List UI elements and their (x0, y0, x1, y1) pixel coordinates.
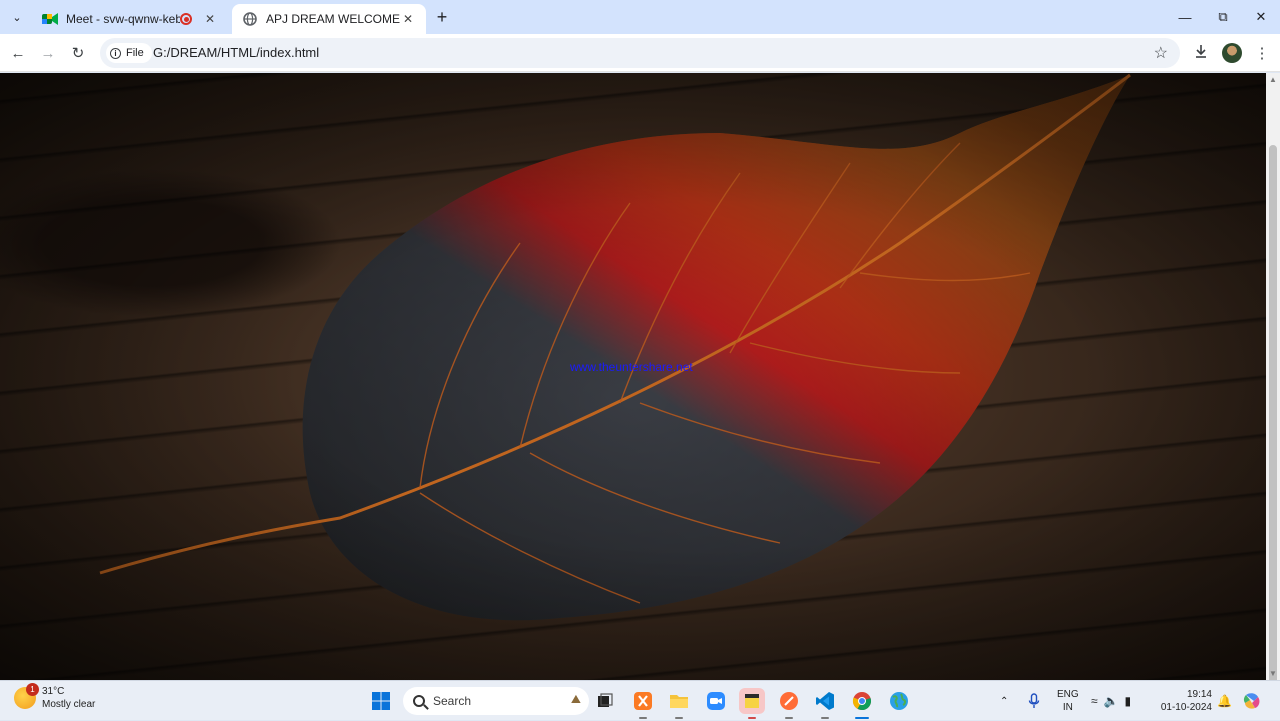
battery-icon: ▮ (1124, 694, 1132, 708)
minimize-button[interactable]: — (1166, 0, 1204, 34)
close-icon: ✕ (1255, 9, 1267, 24)
clock-date: 01-10-2024 (1160, 702, 1212, 713)
forward-button[interactable]: → (36, 41, 60, 65)
task-view-button[interactable] (592, 688, 618, 714)
new-tab-button[interactable]: + (432, 7, 452, 27)
tab-search-button[interactable]: ⌄ (6, 6, 28, 28)
weather-condition: Mostly clear (42, 699, 96, 710)
show-hidden-icons[interactable]: ⌃ (1000, 681, 1008, 721)
zoom-icon (707, 692, 725, 710)
scroll-up-icon[interactable]: ▲ (1268, 75, 1278, 84)
running-indicator (821, 717, 829, 719)
active-indicator (855, 717, 869, 719)
scheme-label: File (126, 47, 144, 59)
plus-icon: + (436, 7, 448, 27)
running-indicator (639, 717, 647, 719)
taskbar-search[interactable]: Search ⛰ (403, 687, 589, 715)
postman-icon (780, 692, 798, 710)
back-button[interactable]: ← (6, 41, 30, 65)
scroll-down-icon[interactable]: ▼ (1268, 669, 1278, 678)
download-icon (1194, 44, 1208, 62)
weather-widget[interactable]: 1 31°C Mostly clear (14, 683, 96, 711)
site-info-chip[interactable]: i File (106, 43, 152, 63)
search-highlight-icon: ⛰ (570, 692, 581, 706)
start-button[interactable] (368, 688, 394, 714)
profile-avatar[interactable] (1222, 43, 1242, 63)
notifications-button[interactable]: 🔔 (1217, 681, 1232, 721)
reload-button[interactable]: ↻ (66, 41, 90, 65)
wifi-icon: ≈ (1091, 694, 1098, 708)
file-explorer-icon (670, 695, 688, 708)
address-bar[interactable]: i File G:/DREAM/HTML/index.html ☆ (100, 38, 1180, 68)
tab-apj-dream[interactable]: APJ DREAM WELCOMES ✕ (232, 4, 426, 34)
restore-button[interactable]: ⧉ (1204, 0, 1242, 34)
tab-strip: ⌄ Meet - svw-qwnw-keb ✕ APJ DREAM WELCOM… (0, 0, 1280, 34)
clock[interactable]: 19:14 01-10-2024 (1156, 681, 1212, 721)
xampp-button[interactable] (630, 688, 656, 719)
copilot-button[interactable] (1242, 681, 1262, 721)
copilot-icon (1243, 693, 1260, 709)
weather-temperature: 31°C (42, 686, 65, 697)
volume-icon: 🔈 (1103, 694, 1119, 708)
chevron-down-icon: ⌄ (12, 11, 22, 24)
photo-vignette (0, 73, 1266, 680)
postman-button[interactable] (776, 688, 802, 719)
zoom-button[interactable] (703, 688, 729, 714)
vscode-icon (816, 692, 834, 710)
windows-taskbar: 1 31°C Mostly clear Search ⛰ ⌃ ENG IN ≈ … (0, 680, 1280, 720)
language-line1: ENG (1057, 689, 1079, 700)
page-scrollbar[interactable]: ▲ ▼ (1266, 73, 1280, 705)
running-indicator (748, 717, 756, 719)
windows-logo-icon (372, 692, 390, 710)
search-placeholder: Search (433, 694, 472, 708)
notification-badge: 1 (26, 683, 39, 696)
file-explorer-button[interactable] (666, 688, 692, 719)
tab-title: Meet - svw-qwnw-keb (66, 12, 180, 26)
bookmark-star-icon[interactable]: ☆ (1154, 43, 1168, 63)
chrome-button[interactable] (849, 688, 875, 719)
page-content: www.theuntershare.net (0, 73, 1266, 680)
arrow-right-icon: → (40, 44, 56, 62)
globe-app-icon (890, 692, 908, 710)
search-icon (413, 695, 425, 707)
minimize-icon: — (1178, 9, 1192, 25)
running-indicator (675, 717, 683, 719)
globe-app-button[interactable] (886, 688, 912, 714)
xampp-icon (634, 692, 652, 710)
browser-menu-button[interactable]: ⋮ (1250, 41, 1274, 65)
close-icon[interactable]: ✕ (400, 11, 416, 27)
scrollbar-thumb[interactable] (1269, 145, 1277, 705)
microphone-icon (1028, 693, 1040, 708)
google-meet-icon (42, 11, 58, 27)
close-window-button[interactable]: ✕ (1242, 0, 1280, 34)
sticky-notes-button[interactable] (739, 688, 765, 719)
system-status-group[interactable]: ≈ 🔈 ▮ (1091, 681, 1131, 721)
close-icon[interactable]: ✕ (202, 11, 218, 27)
downloads-button[interactable] (1189, 41, 1213, 65)
tab-title: APJ DREAM WELCOMES (266, 12, 400, 26)
site-link[interactable]: www.theuntershare.net (570, 360, 693, 374)
language-indicator[interactable]: ENG IN (1057, 681, 1079, 721)
weather-sun-icon: 1 (14, 683, 39, 709)
reload-icon: ↻ (71, 45, 85, 62)
url-text[interactable]: G:/DREAM/HTML/index.html (153, 45, 319, 60)
globe-icon (242, 11, 258, 27)
bell-icon: 🔔 (1217, 694, 1232, 708)
clock-time: 19:14 (1186, 689, 1212, 700)
task-view-icon (598, 693, 613, 707)
sticky-notes-icon (745, 694, 759, 708)
chrome-icon (852, 692, 872, 711)
arrow-left-icon: ← (10, 44, 26, 62)
vscode-button[interactable] (812, 688, 838, 719)
kebab-menu-icon: ⋮ (1254, 45, 1270, 62)
tab-meet[interactable]: Meet - svw-qwnw-keb ✕ (32, 4, 228, 34)
restore-icon: ⧉ (1218, 9, 1228, 24)
chevron-up-icon: ⌃ (1000, 695, 1009, 707)
language-line2: IN (1062, 702, 1073, 713)
recording-icon (180, 13, 192, 25)
microphone-button[interactable] (1028, 681, 1040, 721)
info-icon: i (110, 47, 121, 59)
browser-toolbar: ← → ↻ i File G:/DREAM/HTML/index.html ☆ … (0, 34, 1280, 72)
running-indicator (785, 717, 793, 719)
